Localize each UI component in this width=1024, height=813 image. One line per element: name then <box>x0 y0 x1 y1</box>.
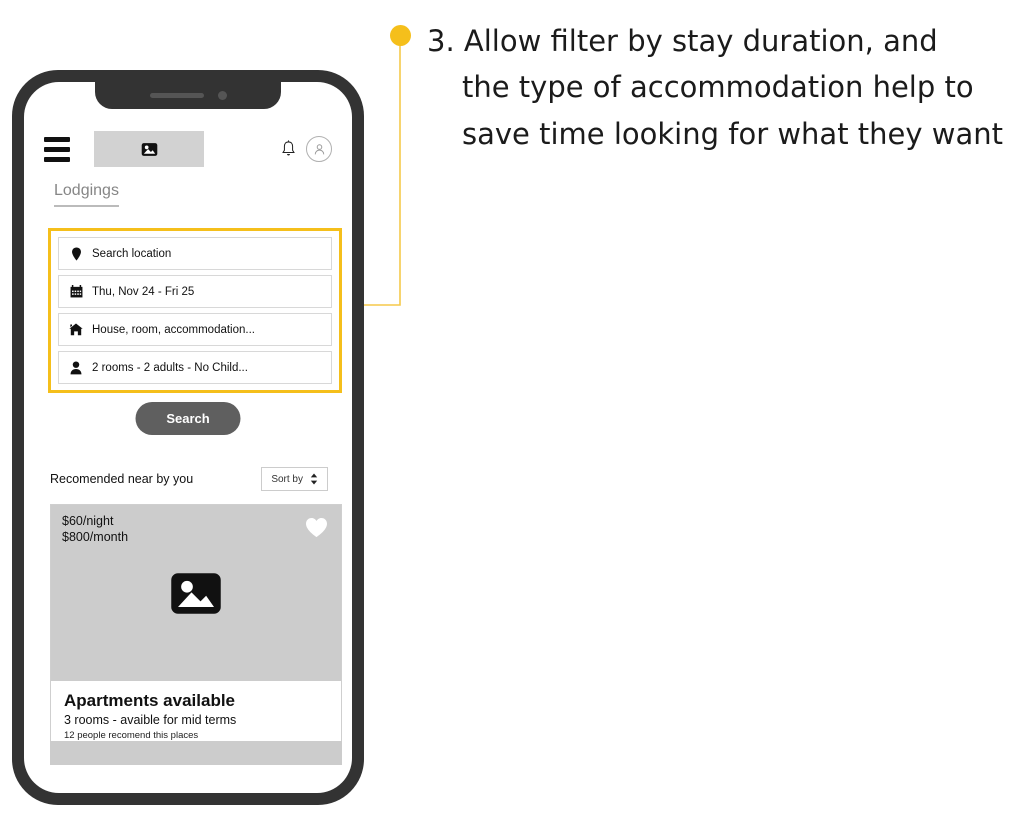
guests-rooms-field[interactable]: 2 rooms - 2 adults - No Child... <box>58 351 332 384</box>
annotation-line-1: 3. Allow filter by stay duration, and <box>427 24 938 58</box>
bell-icon[interactable] <box>280 140 297 158</box>
date-range-field[interactable]: Thu, Nov 24 - Fri 25 <box>58 275 332 308</box>
listing-card-subtitle: 3 rooms - avaible for mid terms <box>64 713 237 727</box>
person-icon <box>69 360 83 375</box>
sort-by-select[interactable]: Sort by <box>261 467 328 491</box>
annotation-line-3: save time looking for what they want <box>462 116 1004 151</box>
price-per-night: $60/night <box>62 514 114 528</box>
phone-frame: Lodgings Search location Thu, Nov 24 - F… <box>12 70 364 805</box>
notch-camera-icon <box>217 91 227 100</box>
search-button[interactable]: Search <box>135 402 241 435</box>
price-per-month: $800/month <box>62 530 129 544</box>
map-pin-icon <box>69 246 83 261</box>
image-placeholder-icon <box>171 572 221 614</box>
favorite-heart-icon[interactable] <box>305 517 328 543</box>
header-actions <box>280 136 332 162</box>
search-location-value: Search location <box>92 247 172 260</box>
notch-speaker <box>149 93 204 98</box>
annotation-line-2: the type of accommodation help to <box>462 70 974 105</box>
sort-updown-icon <box>310 473 318 485</box>
phone-screen: Lodgings Search location Thu, Nov 24 - F… <box>24 82 352 793</box>
listing-card[interactable]: $60/night $800/month Apartments availabl… <box>50 504 342 753</box>
search-filters-panel: Search location Thu, Nov 24 - Fri 25 Hou… <box>48 228 342 393</box>
bottom-placeholder-bar <box>50 741 342 765</box>
date-range-value: Thu, Nov 24 - Fri 25 <box>92 285 195 298</box>
search-location-field[interactable]: Search location <box>58 237 332 270</box>
image-placeholder-icon <box>141 142 157 156</box>
annotation-bullet-dot <box>390 25 411 46</box>
tab-lodgings[interactable]: Lodgings <box>54 182 119 207</box>
recommendations-label: Recomended near by you <box>50 472 194 486</box>
annotation-text: 3. Allow filter by stay duration, and th… <box>427 18 1024 157</box>
house-icon <box>69 323 83 337</box>
listing-card-title: Apartments available <box>64 691 236 710</box>
tabs-row: Lodgings <box>54 182 119 207</box>
guests-rooms-value: 2 rooms - 2 adults - No Child... <box>92 361 248 374</box>
listing-card-image: $60/night $800/month <box>51 505 341 681</box>
listing-card-prices: $60/night $800/month <box>62 513 128 545</box>
phone-notch <box>95 82 281 109</box>
hamburger-menu-icon[interactable] <box>44 136 70 162</box>
listing-card-meta: 12 people recomend this places <box>64 730 199 741</box>
sort-by-label: Sort by <box>271 473 303 485</box>
recommendations-header-row: Recomended near by you Sort by <box>50 467 328 491</box>
app-logo-placeholder <box>94 131 204 167</box>
accommodation-type-field[interactable]: House, room, accommodation... <box>58 313 332 346</box>
user-avatar-icon[interactable] <box>306 136 332 162</box>
app-header <box>24 125 352 173</box>
accommodation-type-value: House, room, accommodation... <box>92 323 255 336</box>
avatar-glyph-icon <box>314 143 324 154</box>
calendar-icon <box>69 285 83 299</box>
